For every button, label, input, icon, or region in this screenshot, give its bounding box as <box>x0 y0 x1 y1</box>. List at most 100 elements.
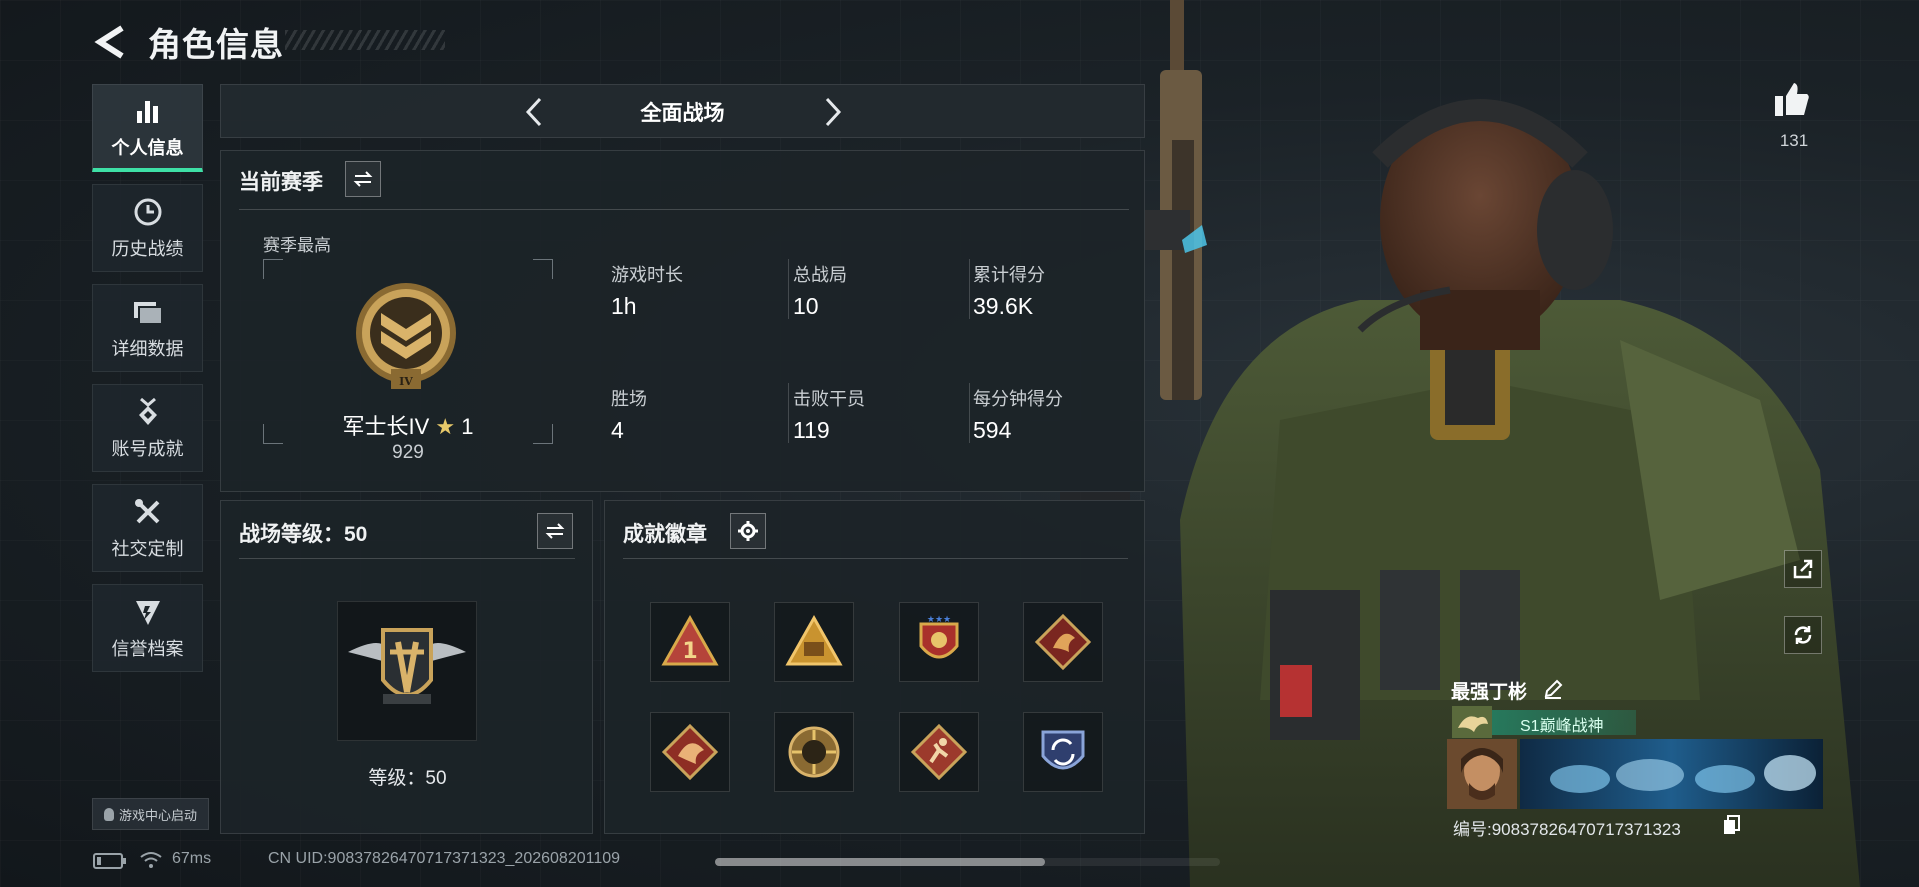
ping-label: 67ms <box>172 850 212 867</box>
stat-label: 游戏时长 <box>611 265 683 285</box>
bar-chart-icon <box>131 94 165 128</box>
battlefield-level-panel: 战场等级：50 等级：50 <box>220 500 593 834</box>
triangle-gold-badge-icon <box>785 614 843 666</box>
player-avatar[interactable] <box>1447 739 1517 809</box>
player-banner <box>1520 739 1823 809</box>
stat-value: 1h <box>611 293 637 319</box>
star-icon: ★ <box>435 414 456 439</box>
uid-label: CN UID:90837826470717371323_202608201109 <box>268 850 621 867</box>
stat-value: 39.6K <box>973 293 1034 319</box>
achievements-panel: 成就徽章 1 ★★★ <box>604 500 1145 834</box>
divider <box>623 558 1128 559</box>
stat-value: 119 <box>793 417 830 443</box>
achievement-badge[interactable] <box>1023 712 1103 792</box>
qq-icon <box>103 807 114 821</box>
level-emblem-frame <box>337 601 477 741</box>
stat-label: 胜场 <box>611 389 647 409</box>
sidebar-item-label: 账号成就 <box>111 439 184 459</box>
share-button[interactable] <box>1784 550 1822 588</box>
stat-separator <box>969 259 970 319</box>
sidebar-item-achievements[interactable]: 账号成就 <box>92 384 203 472</box>
mode-label: 全面战场 <box>640 102 725 125</box>
season-title: 当前赛季 <box>239 171 323 194</box>
rank-name-row: 军士长IV ★ 1 <box>263 409 553 441</box>
scrollbar-thumb[interactable] <box>715 858 1045 866</box>
shield-stars-badge-icon: ★★★ <box>919 615 959 659</box>
like-count: 131 <box>1779 131 1809 150</box>
stat-separator <box>788 259 789 319</box>
gear-icon[interactable] <box>730 513 766 549</box>
achievement-badge[interactable] <box>650 712 730 792</box>
divider <box>239 558 575 559</box>
achievement-badge[interactable] <box>899 712 979 792</box>
sidebar-item-label: 历史战绩 <box>111 239 184 259</box>
level-label: 等级：50 <box>368 768 447 789</box>
stat-separator <box>788 383 789 443</box>
refresh-icon <box>1794 626 1812 644</box>
sidebar-item-label: 详细数据 <box>111 339 184 359</box>
achievement-badge[interactable] <box>1023 602 1103 682</box>
game-center-label: 游戏中心启动 <box>118 807 197 823</box>
season-panel: 当前赛季 赛季最高 IV 军士长IV ★ 1 929 游戏时长 1h 总战局 1… <box>220 150 1145 492</box>
divider <box>239 209 1129 210</box>
achievements-title: 成就徽章 <box>623 523 707 546</box>
sidebar-item-details[interactable]: 详细数据 <box>92 284 203 372</box>
dragon-badge-icon <box>1034 613 1092 671</box>
stat-value: 594 <box>973 417 1012 443</box>
clock-icon <box>131 195 165 229</box>
swap-icon[interactable] <box>345 161 381 197</box>
share-icon <box>1793 559 1813 579</box>
sidebar-item-label: 社交定制 <box>111 539 184 559</box>
stat-value: 10 <box>793 293 819 319</box>
shield-icon <box>131 595 165 629</box>
triangle-one-badge-icon: 1 <box>661 614 719 666</box>
sidebar-item-history[interactable]: 历史战绩 <box>92 184 203 272</box>
gear-sun-badge-icon <box>788 726 840 778</box>
refresh-button[interactable] <box>1784 616 1822 654</box>
achievement-badge[interactable]: ★★★ <box>899 602 979 682</box>
medal-icon <box>131 395 165 429</box>
player-id: 编号:90837826470717371323 <box>1453 820 1681 839</box>
scrollbar[interactable] <box>715 858 1220 866</box>
stat-label: 击败干员 <box>793 389 865 409</box>
rank-name: 军士长IV <box>342 414 430 439</box>
stat-value: 4 <box>611 417 624 443</box>
svg-text:1: 1 <box>682 639 697 664</box>
title-dragon-icon <box>1452 706 1492 738</box>
level-emblem-icon <box>348 628 466 704</box>
sidebar-item-credit[interactable]: 信誉档案 <box>92 584 203 672</box>
player-name: 最强丁彬 <box>1451 682 1528 703</box>
mode-selector: 全面战场 <box>220 84 1145 138</box>
battery-icon <box>93 853 126 869</box>
battlefield-level-title: 战场等级：50 <box>239 523 368 546</box>
season-best-label: 赛季最高 <box>263 236 331 255</box>
tools-icon <box>131 495 165 529</box>
achievement-badge[interactable] <box>774 712 854 792</box>
wifi-icon <box>140 852 162 868</box>
sidebar-item-label: 信誉档案 <box>111 639 184 659</box>
swap-icon[interactable] <box>537 513 573 549</box>
title-tag-label: S1巅峰战神 <box>1520 718 1604 735</box>
runner-badge-icon <box>910 723 968 781</box>
game-center-launch[interactable]: 游戏中心启动 <box>92 798 209 830</box>
svg-text:★★★: ★★★ <box>927 615 951 625</box>
folder-icon <box>131 295 165 329</box>
sidebar-item-personal-info[interactable]: 个人信息 <box>92 84 203 172</box>
stat-separator <box>969 383 970 443</box>
back-icon[interactable] <box>92 22 132 62</box>
sidebar-item-social[interactable]: 社交定制 <box>92 484 203 572</box>
thumbs-up-icon[interactable] <box>1772 80 1812 120</box>
rank-roman-label: IV <box>399 375 413 388</box>
mode-next-button[interactable] <box>813 93 851 131</box>
stat-label: 总战局 <box>793 265 847 285</box>
title-decoration <box>285 30 445 50</box>
cycle-shield-badge-icon <box>1041 730 1085 770</box>
edit-icon[interactable] <box>1542 678 1564 700</box>
stat-label: 每分钟得分 <box>973 389 1063 409</box>
copy-icon[interactable] <box>1723 815 1741 835</box>
achievement-badge[interactable]: 1 <box>650 602 730 682</box>
sidebar-item-label: 个人信息 <box>111 137 184 158</box>
dragon-red-badge-icon <box>661 723 719 781</box>
achievement-badge[interactable] <box>774 602 854 682</box>
rank-points: 929 <box>392 442 424 463</box>
